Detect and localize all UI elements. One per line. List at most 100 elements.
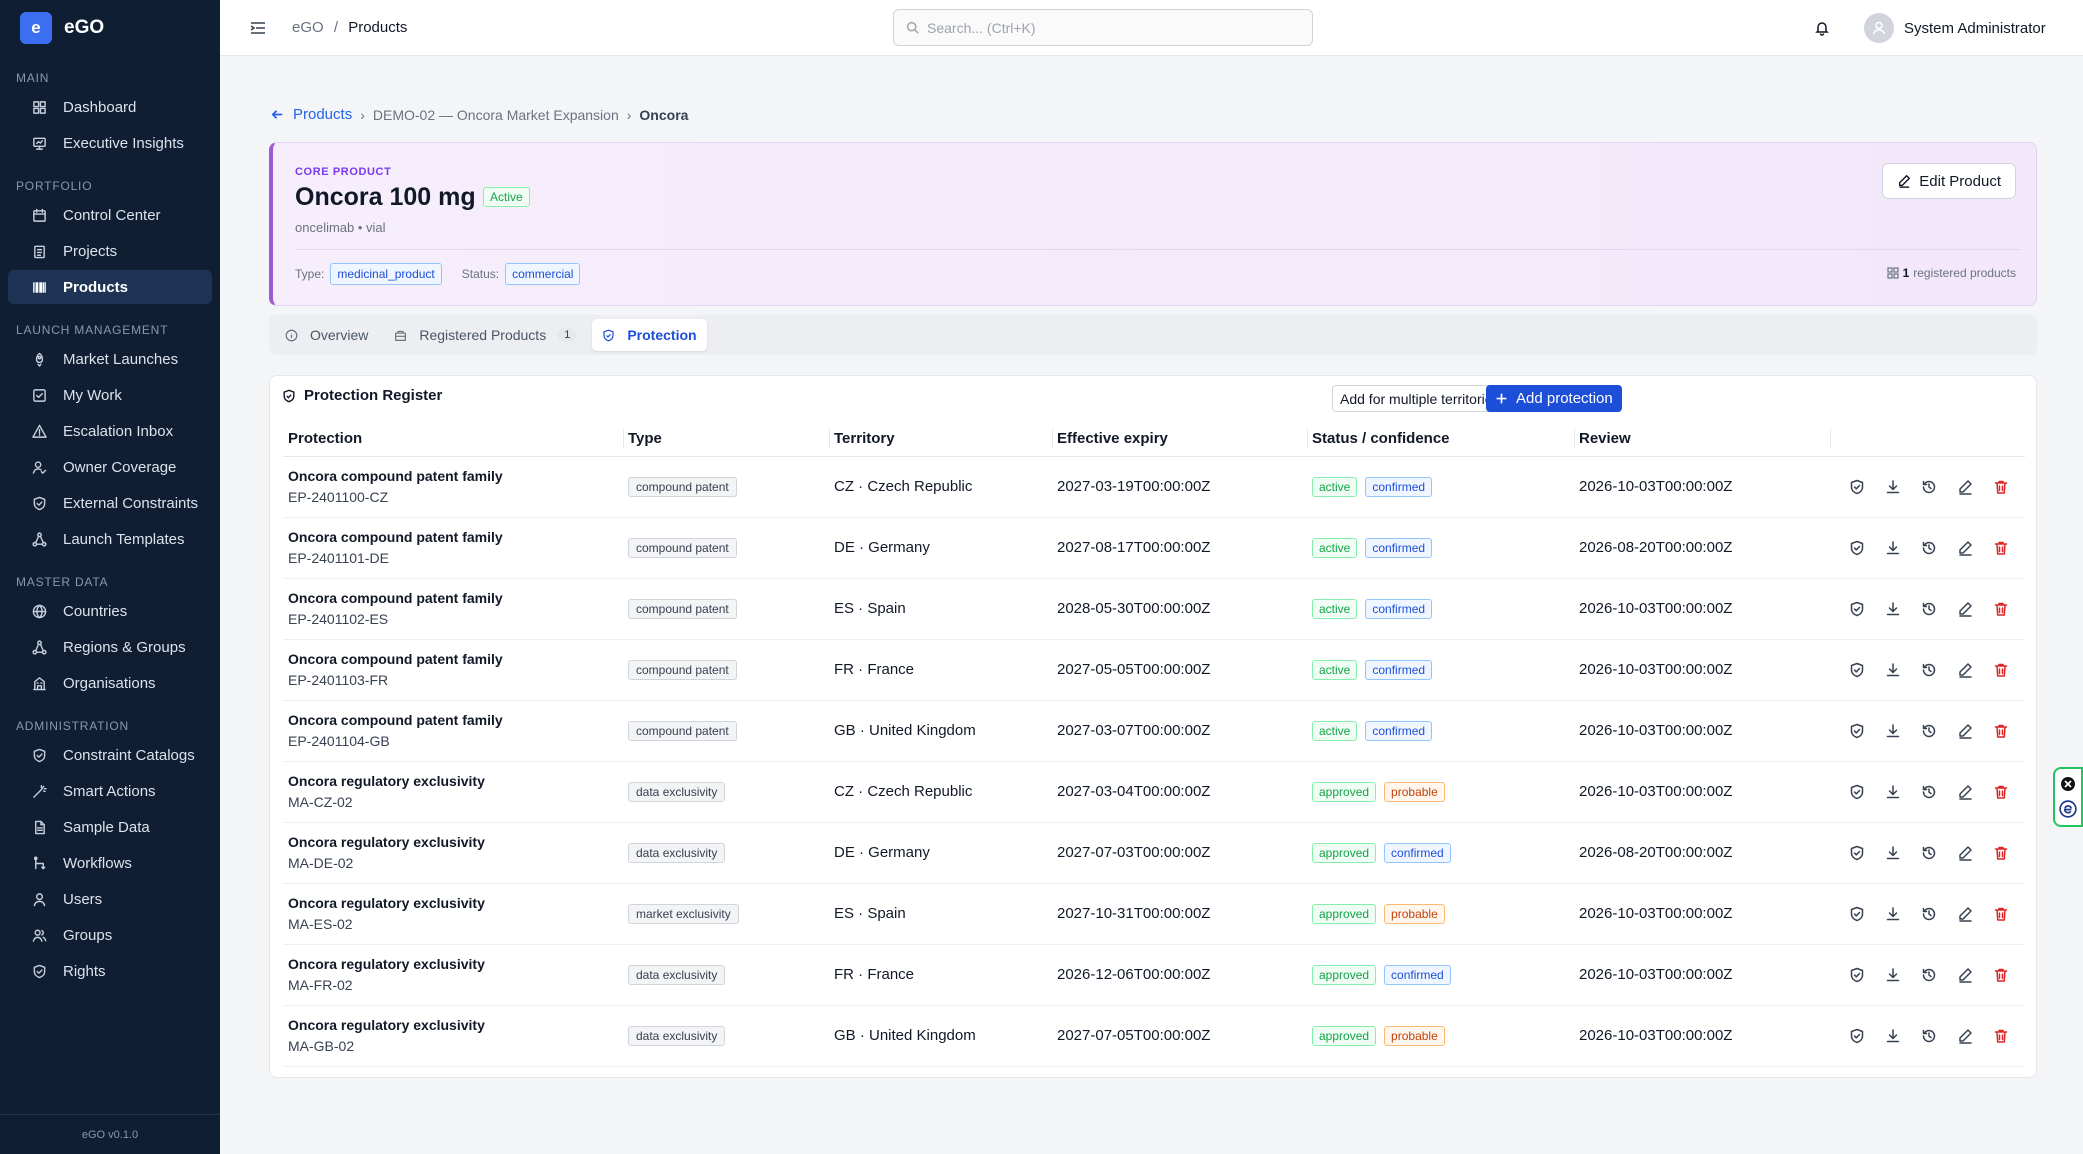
column-header-territory[interactable]: Territory	[829, 421, 1052, 457]
shield-check-icon[interactable]	[1849, 723, 1865, 739]
protection-name[interactable]: Oncora regulatory exclusivity	[288, 895, 623, 911]
download-icon[interactable]	[1885, 906, 1901, 922]
shield-check-icon[interactable]	[1849, 1028, 1865, 1044]
pencil-icon[interactable]	[1957, 1028, 1973, 1044]
sidebar-item-users[interactable]: Users	[8, 882, 212, 916]
protection-name[interactable]: Oncora compound patent family	[288, 590, 623, 606]
protection-name[interactable]: Oncora compound patent family	[288, 529, 623, 545]
download-icon[interactable]	[1885, 967, 1901, 983]
arrow-left-icon[interactable]	[270, 107, 285, 122]
table-row[interactable]: Oncora regulatory exclusivity MA-CZ-02 dat…	[283, 761, 2025, 823]
sidebar-item-countries[interactable]: Countries	[8, 594, 212, 628]
sidebar-item-escalation-inbox[interactable]: Escalation Inbox	[8, 414, 212, 448]
sidebar-item-launch-templates[interactable]: Launch Templates	[8, 522, 212, 556]
global-search[interactable]	[893, 9, 1313, 46]
bell-icon[interactable]	[1814, 20, 1830, 36]
history-icon[interactable]	[1921, 906, 1937, 922]
pencil-icon[interactable]	[1957, 479, 1973, 495]
trash-icon[interactable]	[1993, 784, 2009, 800]
sidebar-item-smart-actions[interactable]: Smart Actions	[8, 774, 212, 808]
history-icon[interactable]	[1921, 601, 1937, 617]
menu-toggle-icon[interactable]	[248, 18, 268, 38]
tab-overview[interactable]: Overview	[275, 319, 378, 351]
table-row[interactable]: Oncora compound patent family EP-2401104-…	[283, 700, 2025, 762]
table-row[interactable]: Oncora regulatory exclusivity MA-FR-02 dat…	[283, 944, 2025, 1006]
shield-check-icon[interactable]	[1849, 601, 1865, 617]
history-icon[interactable]	[1921, 967, 1937, 983]
history-icon[interactable]	[1921, 662, 1937, 678]
history-icon[interactable]	[1921, 784, 1937, 800]
sidebar-item-regions-and-groups[interactable]: Regions & Groups	[8, 630, 212, 664]
download-icon[interactable]	[1885, 479, 1901, 495]
tab-registered-products[interactable]: Registered Products 1	[384, 319, 586, 351]
column-header-status-confidence[interactable]: Status / confidence	[1307, 421, 1574, 457]
table-row[interactable]: Oncora regulatory exclusivity MA-GB-02 dat…	[283, 1005, 2025, 1067]
download-icon[interactable]	[1885, 845, 1901, 861]
ego-logo-icon[interactable]	[2059, 800, 2077, 818]
sidebar-item-external-constraints[interactable]: External Constraints	[8, 486, 212, 520]
topbar-crumb-root[interactable]: eGO	[292, 19, 324, 36]
history-icon[interactable]	[1921, 540, 1937, 556]
search-input[interactable]	[927, 19, 1287, 36]
pencil-icon[interactable]	[1957, 784, 1973, 800]
trash-icon[interactable]	[1993, 601, 2009, 617]
download-icon[interactable]	[1885, 784, 1901, 800]
sidebar-item-rights[interactable]: Rights	[8, 954, 212, 988]
close-circle-icon[interactable]	[2060, 776, 2076, 792]
sidebar-item-control-center[interactable]: Control Center	[8, 198, 212, 232]
protection-name[interactable]: Oncora regulatory exclusivity	[288, 773, 623, 789]
shield-check-icon[interactable]	[1849, 845, 1865, 861]
floating-widget[interactable]	[2053, 767, 2083, 827]
trash-icon[interactable]	[1993, 540, 2009, 556]
protection-name[interactable]: Oncora regulatory exclusivity	[288, 956, 623, 972]
breadcrumb-products-link[interactable]: Products	[293, 106, 352, 123]
breadcrumb-project-link[interactable]: DEMO-02 — Oncora Market Expansion	[373, 107, 619, 123]
sidebar-item-groups[interactable]: Groups	[8, 918, 212, 952]
table-row[interactable]: Oncora regulatory exclusivity MA-DE-02 dat…	[283, 822, 2025, 884]
protection-name[interactable]: Oncora regulatory exclusivity	[288, 834, 623, 850]
download-icon[interactable]	[1885, 723, 1901, 739]
table-row[interactable]: Oncora compound patent family EP-2401103-…	[283, 639, 2025, 701]
column-header-type[interactable]: Type	[623, 421, 829, 457]
column-header-protection[interactable]: Protection	[283, 421, 623, 457]
sidebar-item-constraint-catalogs[interactable]: Constraint Catalogs	[8, 738, 212, 772]
shield-check-icon[interactable]	[1849, 784, 1865, 800]
sidebar-item-dashboard[interactable]: Dashboard	[8, 90, 212, 124]
download-icon[interactable]	[1885, 662, 1901, 678]
protection-name[interactable]: Oncora compound patent family	[288, 712, 623, 728]
shield-check-icon[interactable]	[1849, 540, 1865, 556]
sidebar-item-projects[interactable]: Projects	[8, 234, 212, 268]
download-icon[interactable]	[1885, 540, 1901, 556]
trash-icon[interactable]	[1993, 1028, 2009, 1044]
pencil-icon[interactable]	[1957, 601, 1973, 617]
pencil-icon[interactable]	[1957, 845, 1973, 861]
column-header-review[interactable]: Review	[1574, 421, 1830, 457]
protection-name[interactable]: Oncora compound patent family	[288, 651, 623, 667]
sidebar-item-sample-data[interactable]: Sample Data	[8, 810, 212, 844]
history-icon[interactable]	[1921, 479, 1937, 495]
sidebar-item-market-launches[interactable]: Market Launches	[8, 342, 212, 376]
sidebar-item-workflows[interactable]: Workflows	[8, 846, 212, 880]
edit-product-button[interactable]: Edit Product	[1882, 163, 2016, 199]
history-icon[interactable]	[1921, 845, 1937, 861]
shield-check-icon[interactable]	[1849, 967, 1865, 983]
table-row[interactable]: Oncora compound patent family EP-2401100-…	[283, 456, 2025, 518]
shield-check-icon[interactable]	[1849, 662, 1865, 678]
history-icon[interactable]	[1921, 723, 1937, 739]
pencil-icon[interactable]	[1957, 967, 1973, 983]
pencil-icon[interactable]	[1957, 723, 1973, 739]
sidebar-item-executive-insights[interactable]: Executive Insights	[8, 126, 212, 160]
sidebar-item-products[interactable]: Products	[8, 270, 212, 304]
brand[interactable]: e eGO	[0, 0, 220, 56]
pencil-icon[interactable]	[1957, 662, 1973, 678]
protection-name[interactable]: Oncora regulatory exclusivity	[288, 1017, 623, 1033]
trash-icon[interactable]	[1993, 723, 2009, 739]
user-menu[interactable]: System Administrator	[1864, 13, 2046, 43]
add-protection-button[interactable]: Add protection	[1486, 385, 1622, 412]
sidebar-item-my-work[interactable]: My Work	[8, 378, 212, 412]
trash-icon[interactable]	[1993, 906, 2009, 922]
table-row[interactable]: Oncora compound patent family EP-2401102-…	[283, 578, 2025, 640]
download-icon[interactable]	[1885, 601, 1901, 617]
sidebar-item-organisations[interactable]: Organisations	[8, 666, 212, 700]
protection-name[interactable]: Oncora compound patent family	[288, 468, 623, 484]
